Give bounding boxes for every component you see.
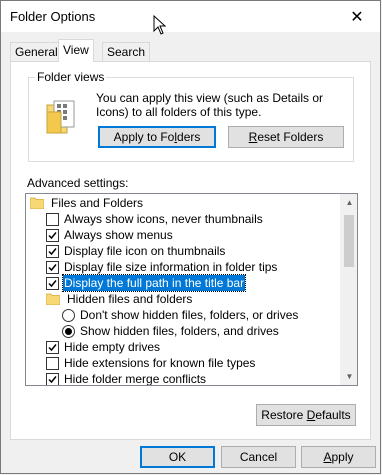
restore-defaults-button[interactable]: Restore Defaults: [256, 404, 356, 426]
tree-item-label: Don't show hidden files, folders, or dri…: [80, 308, 299, 322]
checked-checkbox-icon[interactable]: [46, 340, 59, 354]
tree-checkbox-row[interactable]: Hide extensions for known file types: [46, 355, 256, 371]
ok-button[interactable]: OK: [140, 446, 215, 468]
reset-folders-button[interactable]: Reset Folders: [228, 126, 344, 148]
selected-radio-icon[interactable]: [62, 324, 75, 338]
tree-item-label: Files and Folders: [51, 196, 144, 210]
tree-item-label: Show hidden files, folders, and drives: [80, 324, 279, 338]
apply-to-folders-label-b: ders: [177, 130, 201, 144]
title-bar[interactable]: Folder Options ✕: [1, 1, 380, 32]
radio-icon[interactable]: [62, 308, 75, 322]
tab-general[interactable]: General: [10, 42, 63, 61]
reset-folders-label: eset Folders: [257, 130, 324, 144]
restore-defaults-label-b: efaults: [315, 408, 351, 422]
tree-item-label: Hide folder merge conflicts: [64, 372, 207, 386]
tree-checkbox-row[interactable]: Display file size information in folder …: [46, 259, 278, 275]
tree-group-row[interactable]: Files and Folders: [30, 195, 144, 211]
window-title: Folder Options: [10, 9, 96, 24]
tree-checkbox-row[interactable]: Display the full path in the title bar: [46, 274, 247, 292]
apply-label: pply: [331, 450, 354, 464]
folder-icon: [30, 197, 44, 209]
folder-view-icon: [46, 100, 75, 134]
unchecked-checkbox-icon[interactable]: [46, 212, 59, 226]
scrollbar-thumb[interactable]: [344, 215, 354, 267]
folder-options-dialog: Folder Options ✕ General View Search Fol…: [0, 0, 381, 474]
apply-accel: A: [323, 450, 332, 464]
tree-item-label: Always show menus: [64, 228, 173, 242]
tree-checkbox-row[interactable]: Display file icon on thumbnails: [46, 243, 226, 259]
tree-checkbox-row[interactable]: Always show menus: [46, 227, 174, 243]
advanced-settings-label: Advanced settings:: [27, 176, 129, 190]
reset-folders-accel: R: [248, 130, 258, 144]
advanced-settings-tree[interactable]: Files and Folders Always show icons, neve…: [25, 193, 358, 386]
tree-checkbox-row[interactable]: Hide empty drives: [46, 339, 161, 355]
checked-checkbox-icon[interactable]: [46, 244, 59, 258]
tree-item-label: Display file size information in folder …: [64, 260, 278, 274]
tree-item-label: Hide extensions for known file types: [64, 356, 256, 370]
mouse-cursor-icon: [153, 15, 167, 35]
tab-search[interactable]: Search: [102, 42, 151, 61]
unchecked-checkbox-icon[interactable]: [46, 356, 59, 370]
cancel-button[interactable]: Cancel: [221, 446, 296, 468]
folder-views-title: Folder views: [35, 70, 107, 84]
tree-item-label: Hidden files and folders: [67, 292, 193, 306]
close-button[interactable]: ✕: [334, 1, 380, 32]
folder-icon: [46, 293, 60, 305]
apply-to-folders-button[interactable]: Apply to Folders: [98, 126, 216, 148]
view-tab-panel: Folder views You can apply this view (su…: [10, 61, 371, 440]
apply-button[interactable]: Apply: [301, 446, 376, 468]
tree-item-label: Always show icons, never thumbnails: [64, 212, 263, 226]
tree-radio-row[interactable]: Don't show hidden files, folders, or dri…: [62, 307, 299, 323]
tree-checkbox-row[interactable]: Always show icons, never thumbnails: [46, 211, 264, 227]
checked-checkbox-icon[interactable]: [46, 276, 59, 290]
scroll-down-arrow-icon[interactable]: ▼: [341, 368, 357, 385]
checked-checkbox-icon[interactable]: [46, 372, 59, 385]
scroll-up-arrow-icon[interactable]: ▲: [341, 194, 357, 211]
tree-item-label: Display file icon on thumbnails: [64, 244, 226, 258]
checked-checkbox-icon[interactable]: [46, 228, 59, 242]
tree-scrollbar[interactable]: ▲ ▼: [340, 194, 357, 385]
checked-checkbox-icon[interactable]: [46, 260, 59, 274]
tab-view[interactable]: View: [58, 39, 94, 62]
tree-checkbox-row[interactable]: Hide folder merge conflicts: [46, 371, 207, 386]
folder-views-group: Folder views You can apply this view (su…: [28, 70, 354, 162]
restore-defaults-label-a: Restore: [261, 408, 307, 422]
apply-to-folders-label-a: Apply to Fo: [113, 130, 175, 144]
tree-item-label: Display the full path in the title bar: [61, 274, 247, 292]
tree-radio-row[interactable]: Show hidden files, folders, and drives: [62, 323, 280, 339]
tree-item-label: Hide empty drives: [64, 340, 161, 354]
folder-views-description: You can apply this view (such as Details…: [96, 91, 324, 119]
tree-group-row[interactable]: Hidden files and folders: [46, 291, 193, 307]
